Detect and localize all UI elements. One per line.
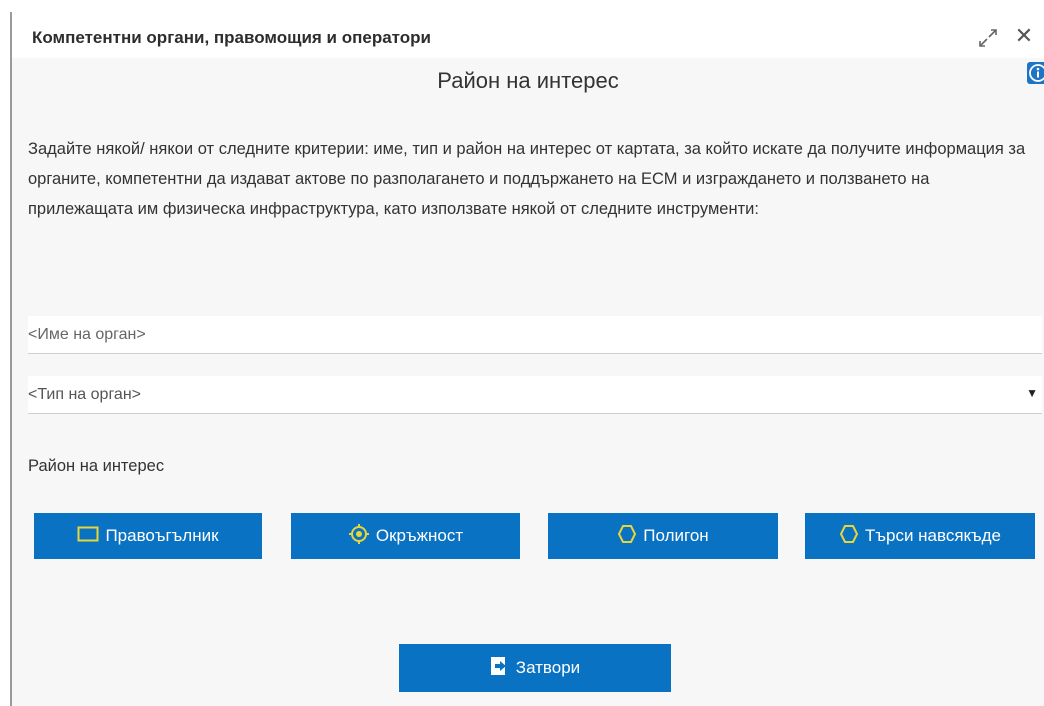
organ-type-select[interactable]: <Тип на орган> ▼: [28, 376, 1042, 414]
search-everywhere-label: Търси навсякъде: [864, 526, 1001, 545]
dropdown-arrow-icon: ▼: [1026, 386, 1038, 400]
polygon-tool-label: Полигон: [643, 526, 709, 545]
polygon-icon: [617, 524, 637, 549]
dialog-content: Район на интерес Задайте някой/ някои от…: [12, 58, 1044, 706]
window-title: Компетентни органи, правомощия и операто…: [32, 28, 432, 47]
expand-icon[interactable]: [977, 27, 999, 49]
window-titlebar: Компетентни органи, правомощия и операто…: [12, 12, 1044, 58]
close-button-label: Затвори: [515, 658, 581, 677]
organ-type-selected-value: <Тип на орган>: [28, 386, 141, 403]
instructions-text: Задайте някой/ някои от следните критери…: [28, 140, 1026, 218]
section-title: Район на интерес: [437, 68, 619, 93]
exit-icon: [490, 656, 508, 681]
circle-tool-label: Окръжност: [375, 526, 464, 545]
close-icon[interactable]: ✕: [1012, 24, 1036, 48]
rectangle-tool-label: Правоъгълник: [105, 526, 219, 545]
rectangle-icon: [77, 526, 99, 547]
close-button[interactable]: Затвори: [399, 644, 671, 692]
polygon-tool-button[interactable]: Полигон: [548, 513, 778, 559]
rectangle-tool-button[interactable]: Правоъгълник: [34, 513, 262, 559]
organ-name-input[interactable]: [28, 316, 1042, 354]
search-everywhere-button[interactable]: Търси навсякъде: [805, 513, 1035, 559]
circle-tool-button[interactable]: Окръжност: [291, 513, 520, 559]
area-of-interest-label: Район на интерес: [28, 457, 165, 475]
polygon-icon: [839, 524, 859, 549]
circle-target-icon: [348, 523, 370, 550]
